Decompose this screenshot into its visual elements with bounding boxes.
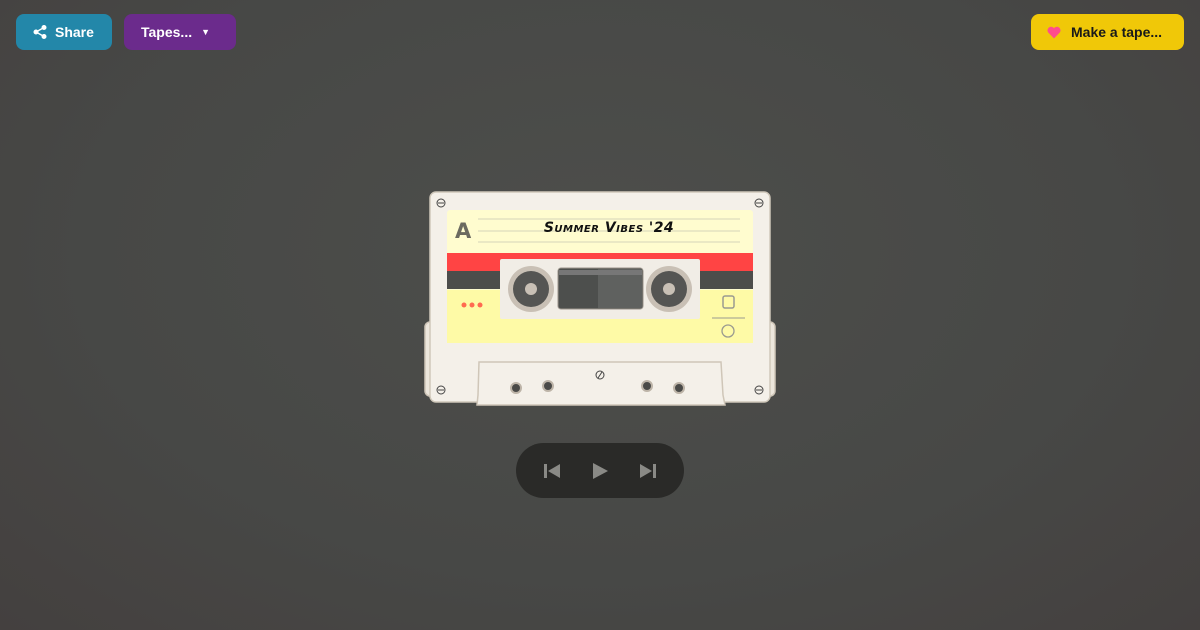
heart-icon — [1047, 26, 1061, 38]
skip-previous-icon — [544, 463, 560, 478]
caret-down-icon: ▼ — [201, 27, 210, 37]
player-controls — [516, 443, 684, 498]
play-button[interactable] — [584, 455, 616, 487]
left-reel — [508, 266, 554, 312]
share-icon — [33, 25, 47, 39]
tapes-label: Tapes... — [141, 24, 193, 40]
make-tape-button[interactable]: Make a tape... — [1031, 14, 1184, 50]
play-icon — [593, 462, 608, 479]
share-label: Share — [55, 24, 94, 40]
side-label: A — [455, 219, 472, 243]
right-reel — [646, 266, 692, 312]
tapes-dropdown[interactable]: Tapes... ▼ — [124, 14, 236, 50]
next-button[interactable] — [632, 455, 664, 487]
skip-next-icon — [640, 463, 656, 478]
tape-title: Summer Vibes '24 — [543, 220, 675, 236]
share-button[interactable]: Share — [16, 14, 112, 50]
make-tape-label: Make a tape... — [1071, 24, 1163, 40]
previous-button[interactable] — [536, 455, 568, 487]
